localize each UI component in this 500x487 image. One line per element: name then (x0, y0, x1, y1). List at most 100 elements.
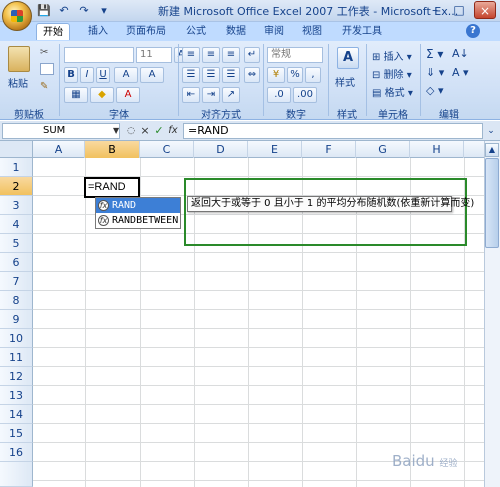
tab-insert[interactable]: 插入 (82, 23, 114, 40)
delete-cells-button[interactable]: ⊟ 删除 ▾ (372, 66, 412, 81)
tab-page-layout[interactable]: 页面布局 (120, 23, 172, 40)
styles-icon[interactable]: A (337, 47, 359, 69)
wrap-text-button[interactable]: ↵ (244, 47, 260, 63)
percent-button[interactable]: % (287, 67, 303, 83)
row-header[interactable]: 8 (0, 291, 33, 310)
row-header[interactable]: 10 (0, 329, 33, 348)
row-header[interactable]: 6 (0, 253, 33, 272)
font-name-combo[interactable] (64, 47, 134, 63)
styles-button[interactable]: 样式 (335, 74, 355, 89)
scroll-up-arrow-icon[interactable]: ▲ (485, 143, 499, 157)
row-header[interactable] (0, 462, 33, 487)
active-cell-b2[interactable]: =RAND (84, 177, 140, 198)
baidu-watermark: Baidu 经验 (392, 452, 458, 470)
align-middle-button[interactable]: ≡ (202, 47, 220, 63)
column-header[interactable]: H (410, 141, 464, 158)
save-icon[interactable]: 💾 (36, 3, 52, 19)
sort-filter-button[interactable]: A↓ (452, 47, 469, 60)
insert-cells-button[interactable]: ⊞ 插入 ▾ (372, 48, 412, 63)
fill-button[interactable]: ⇓ ▾ (426, 66, 444, 79)
decrease-decimal-button[interactable]: .00 (293, 87, 317, 103)
column-header[interactable]: F (302, 141, 356, 158)
row-header[interactable]: 1 (0, 158, 33, 177)
tab-developer[interactable]: 开发工具 (336, 23, 388, 40)
column-header[interactable]: E (248, 141, 302, 158)
font-color-button[interactable]: A (116, 87, 140, 103)
office-button[interactable] (2, 1, 32, 31)
maximize-button[interactable]: □ (448, 1, 470, 19)
column-header[interactable]: C (140, 141, 194, 158)
font-size-down-button[interactable]: A (140, 67, 164, 83)
align-bottom-button[interactable]: ≡ (222, 47, 240, 63)
format-painter-icon[interactable]: ✎ (40, 81, 54, 93)
grid-line (33, 328, 484, 329)
fill-color-button[interactable]: ◆ (90, 87, 114, 103)
font-size-combo[interactable]: 11 (136, 47, 172, 63)
row-header[interactable]: 5 (0, 234, 33, 253)
scrollbar-thumb[interactable] (485, 158, 499, 248)
row-header[interactable]: 12 (0, 367, 33, 386)
tab-view[interactable]: 视图 (296, 23, 328, 40)
increase-decimal-button[interactable]: .0 (267, 87, 291, 103)
help-icon[interactable]: ? (466, 24, 480, 38)
align-right-button[interactable]: ☰ (222, 67, 240, 83)
customize-qat-icon[interactable]: ▾ (96, 3, 112, 19)
align-top-button[interactable]: ≡ (182, 47, 200, 63)
enter-icon[interactable]: ✓ (152, 124, 166, 138)
row-header[interactable]: 4 (0, 215, 33, 234)
cancel-icon[interactable]: × (138, 124, 152, 138)
comma-button[interactable]: , (305, 67, 321, 83)
decrease-indent-button[interactable]: ⇤ (182, 87, 200, 103)
currency-button[interactable]: ¥ (267, 67, 285, 83)
borders-button[interactable]: ▦ (64, 87, 88, 103)
row-header[interactable]: 2 (0, 177, 33, 196)
tab-formulas[interactable]: 公式 (180, 23, 212, 40)
tab-review[interactable]: 审阅 (258, 23, 290, 40)
row-header[interactable]: 14 (0, 405, 33, 424)
row-header[interactable]: 11 (0, 348, 33, 367)
undo-icon[interactable]: ↶ (56, 3, 72, 19)
copy-icon[interactable] (40, 63, 54, 75)
formula-input[interactable]: =RAND (183, 123, 483, 139)
paste-button[interactable]: 粘贴 (8, 75, 28, 90)
align-center-button[interactable]: ☰ (202, 67, 220, 83)
tab-home[interactable]: 开始 (36, 23, 70, 40)
bold-button[interactable]: B (64, 67, 78, 83)
format-cells-button[interactable]: ▤ 格式 ▾ (372, 84, 413, 99)
clear-button[interactable]: ◇ ▾ (426, 84, 443, 97)
insert-function-button[interactable]: fx (166, 124, 180, 138)
column-header[interactable]: B (85, 141, 140, 158)
grid-line (85, 158, 86, 487)
row-header[interactable]: 16 (0, 443, 33, 462)
underline-button[interactable]: U (96, 67, 110, 83)
tab-data[interactable]: 数据 (220, 23, 252, 40)
column-header[interactable]: D (194, 141, 248, 158)
redo-icon[interactable]: ↷ (76, 3, 92, 19)
row-header[interactable]: 9 (0, 310, 33, 329)
group-label-editing: 编辑 (439, 110, 459, 121)
close-button[interactable]: × (474, 1, 496, 19)
row-header[interactable]: 3 (0, 196, 33, 215)
align-left-button[interactable]: ☰ (182, 67, 200, 83)
find-select-button[interactable]: A ▾ (452, 66, 469, 79)
expand-formula-bar-icon[interactable]: ⌄ (485, 123, 497, 139)
merge-center-button[interactable]: ⇔ (244, 67, 260, 83)
chevron-down-icon[interactable]: ▼ (113, 125, 121, 137)
row-header[interactable]: 7 (0, 272, 33, 291)
select-all-corner[interactable] (0, 141, 33, 158)
increase-indent-button[interactable]: ⇥ (202, 87, 220, 103)
autosum-button[interactable]: Σ ▾ (426, 47, 443, 61)
orientation-button[interactable]: ↗ (222, 87, 240, 103)
minimize-button[interactable]: – (424, 1, 446, 19)
cut-icon[interactable]: ✂ (40, 47, 54, 59)
number-format-combo[interactable]: 常规 (267, 47, 323, 63)
name-box[interactable]: SUM (2, 123, 120, 139)
row-header[interactable]: 13 (0, 386, 33, 405)
function-icon: fx (98, 215, 109, 226)
font-size-up-button[interactable]: A (114, 67, 138, 83)
italic-button[interactable]: I (80, 67, 94, 83)
row-header[interactable]: 15 (0, 424, 33, 443)
column-header[interactable]: G (356, 141, 410, 158)
paste-icon[interactable] (8, 46, 30, 72)
column-header[interactable]: A (33, 141, 85, 158)
